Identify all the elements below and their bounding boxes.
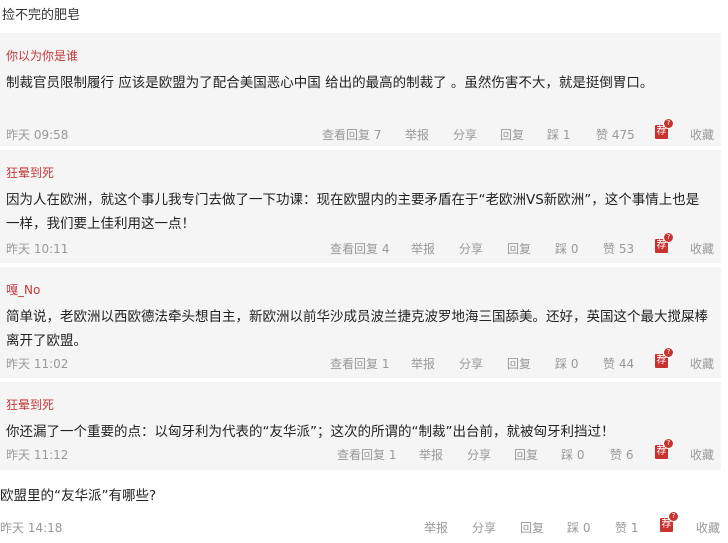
report-link[interactable]: 举报 <box>424 519 448 536</box>
reply-link[interactable]: 回复 <box>520 519 544 536</box>
dislike-link[interactable]: 踩 0 <box>555 240 578 257</box>
reply-card: 嘎_No 简单说，老欧洲以西欧德法牵头想自主，新欧洲以前华沙成员波兰捷克波罗地海… <box>0 267 721 378</box>
reply-meta-bar: 昨天 11:02 查看回复 1 举报 分享 回复 踩 0 赞 44 荐 ? 收藏 <box>0 347 721 375</box>
like-link[interactable]: 赞 53 <box>603 240 634 257</box>
parent-comment-text: 捡不完的肥皂 <box>2 8 81 23</box>
share-link[interactable]: 分享 <box>472 519 496 536</box>
recommend-badge-icon: ? <box>663 347 674 358</box>
dislike-link[interactable]: 踩 1 <box>547 126 570 143</box>
view-replies-link[interactable]: 查看回复 7 <box>322 126 381 143</box>
reply-meta-bar: 昨天 09:58 查看回复 7 举报 分享 回复 踩 1 赞 475 荐 ? 收… <box>0 118 721 146</box>
share-link[interactable]: 分享 <box>459 355 483 372</box>
reply-card: 狂晕到死 你还漏了一个重要的点：以匈牙利为代表的“友华派”；这次的所谓的“制裁”… <box>0 382 721 470</box>
recommend-badge-icon: ? <box>663 232 674 243</box>
reply-username[interactable]: 你以为你是谁 <box>6 47 78 64</box>
recommend-button[interactable]: 荐 ? <box>655 438 674 459</box>
reply-content: 简单说，老欧洲以西欧德法牵头想自主，新欧洲以前华沙成员波兰捷克波罗地海三国舔美。… <box>6 309 708 349</box>
share-link[interactable]: 分享 <box>459 240 483 257</box>
reply-content: 制裁官员限制履行 应该是欧盟为了配合美国恶心中国 给出的最高的制裁了 。虽然伤害… <box>6 75 654 91</box>
view-replies-link[interactable]: 查看回复 1 <box>330 355 389 372</box>
reply-time: 昨天 11:12 <box>6 448 69 462</box>
collect-link[interactable]: 收藏 <box>690 355 714 372</box>
reply-meta-bar: 昨天 10:11 查看回复 4 举报 分享 回复 踩 0 赞 53 荐 ? 收藏 <box>0 232 721 260</box>
recommend-badge-icon: ? <box>663 438 674 449</box>
dislike-link[interactable]: 踩 0 <box>555 355 578 372</box>
report-link[interactable]: 举报 <box>419 446 443 463</box>
share-link[interactable]: 分享 <box>467 446 491 463</box>
dislike-link[interactable]: 踩 0 <box>561 446 584 463</box>
like-link[interactable]: 赞 6 <box>610 446 633 463</box>
reply-card: 你以为你是谁 制裁官员限制履行 应该是欧盟为了配合美国恶心中国 给出的最高的制裁… <box>0 33 721 146</box>
report-link[interactable]: 举报 <box>411 240 435 257</box>
reply-link[interactable]: 回复 <box>507 355 531 372</box>
followup-time: 昨天 14:18 <box>0 521 63 535</box>
view-replies-link[interactable]: 查看回复 4 <box>330 240 389 257</box>
recommend-button[interactable]: 荐 ? <box>655 347 674 368</box>
collect-link[interactable]: 收藏 <box>690 446 714 463</box>
reply-username[interactable]: 狂晕到死 <box>6 396 54 413</box>
recommend-badge-icon: ? <box>663 118 674 129</box>
reply-link[interactable]: 回复 <box>514 446 538 463</box>
reply-time: 昨天 11:02 <box>6 357 69 371</box>
reply-meta-bar: 昨天 11:12 查看回复 1 举报 分享 回复 踩 0 赞 6 荐 ? 收藏 <box>0 438 721 466</box>
followup-comment-text: 欧盟里的“友华派”有哪些? <box>0 488 157 504</box>
collect-link[interactable]: 收藏 <box>690 126 714 143</box>
recommend-button[interactable]: 荐 ? <box>655 118 674 139</box>
share-link[interactable]: 分享 <box>453 126 477 143</box>
reply-time: 昨天 09:58 <box>6 128 69 142</box>
report-link[interactable]: 举报 <box>411 355 435 372</box>
recommend-badge-icon: ? <box>668 511 679 522</box>
recommend-button[interactable]: 荐 ? <box>660 511 679 532</box>
collect-link[interactable]: 收藏 <box>696 519 720 536</box>
reply-link[interactable]: 回复 <box>507 240 531 257</box>
view-replies-link[interactable]: 查看回复 1 <box>337 446 396 463</box>
reply-content: 你还漏了一个重要的点：以匈牙利为代表的“友华派”；这次的所谓的“制裁”出台前，就… <box>6 424 615 440</box>
recommend-button[interactable]: 荐 ? <box>655 232 674 253</box>
reply-username[interactable]: 狂晕到死 <box>6 164 54 181</box>
reply-time: 昨天 10:11 <box>6 242 69 256</box>
like-link[interactable]: 赞 44 <box>603 355 634 372</box>
reply-link[interactable]: 回复 <box>500 126 524 143</box>
reply-username[interactable]: 嘎_No <box>6 281 40 298</box>
dislike-link[interactable]: 踩 0 <box>567 519 590 536</box>
followup-meta-bar: 昨天 14:18 举报 分享 回复 踩 0 赞 1 荐 ? 收藏 <box>0 511 728 539</box>
reply-content: 因为人在欧洲，就这个事儿我专门去做了一下功课：现在欧盟内的主要矛盾在于“老欧洲V… <box>6 192 700 232</box>
like-link[interactable]: 赞 1 <box>615 519 638 536</box>
parent-comment-row: 捡不完的肥皂 <box>0 0 728 28</box>
collect-link[interactable]: 收藏 <box>690 240 714 257</box>
like-link[interactable]: 赞 475 <box>596 126 635 143</box>
report-link[interactable]: 举报 <box>405 126 429 143</box>
reply-card: 狂晕到死 因为人在欧洲，就这个事儿我专门去做了一下功课：现在欧盟内的主要矛盾在于… <box>0 150 721 263</box>
